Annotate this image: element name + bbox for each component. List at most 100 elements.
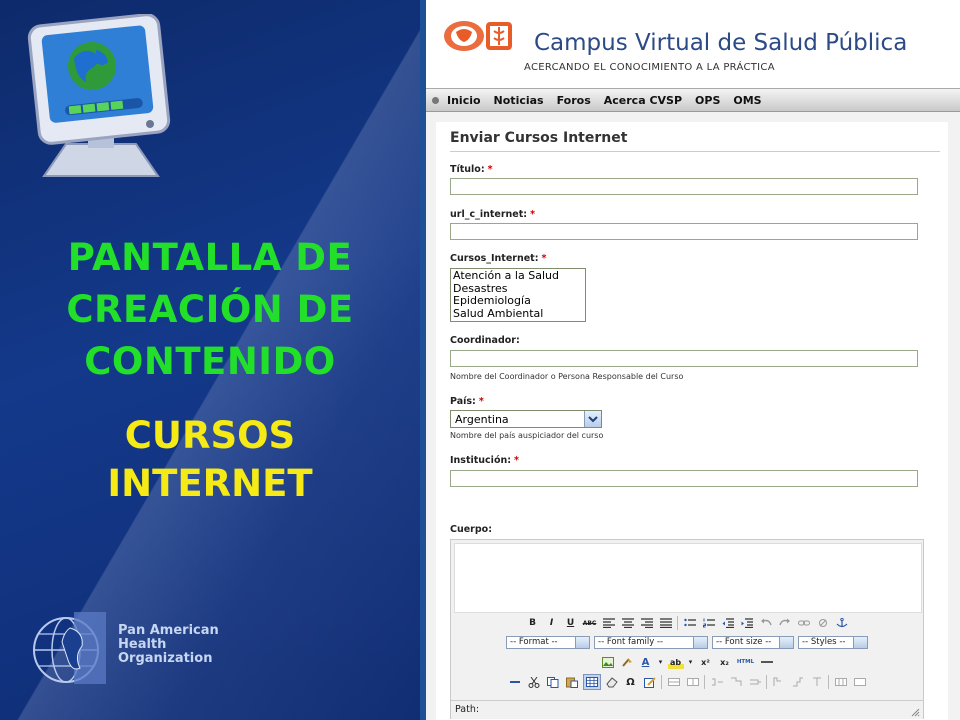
link-icon[interactable] [796, 616, 812, 630]
format-value: -- Format -- [510, 637, 558, 647]
styles-value: -- Styles -- [802, 637, 846, 647]
subscript-icon[interactable]: x₂ [717, 655, 733, 669]
nav-item-acerca-cvsp[interactable]: Acerca CVSP [604, 94, 682, 107]
font-color-icon[interactable]: A [638, 655, 654, 669]
nav-item-inicio[interactable]: Inicio [447, 94, 481, 107]
nav-item-noticias[interactable]: Noticias [494, 94, 544, 107]
table-cell-props-icon[interactable] [685, 675, 701, 689]
eraser-icon[interactable] [604, 675, 620, 689]
editor-text-area[interactable] [454, 543, 922, 613]
merge-cells-icon[interactable] [852, 675, 868, 689]
font-family-select[interactable]: -- Font family -- [594, 636, 708, 649]
editor-toolbar-row-2: -- Format -- -- Font family -- -- Font s… [451, 636, 923, 649]
slide-subtitle: CURSOS INTERNET [20, 412, 400, 508]
chevron-down-icon[interactable] [693, 637, 707, 648]
browser-screenshot: Campus Virtual de Salud Pública ACERCAND… [420, 0, 960, 720]
chevron-down-icon[interactable]: ▾ [657, 655, 665, 669]
label-text: Cursos_Internet: [450, 253, 539, 264]
required-mark: * [478, 396, 484, 407]
delete-row-icon[interactable] [747, 675, 763, 689]
list-option[interactable]: Salud Ambiental [453, 307, 583, 321]
list-option[interactable]: Atención a la Salud [453, 269, 583, 283]
content-area: Enviar Cursos Internet Título: * url_c_in… [426, 112, 960, 720]
align-justify-icon[interactable] [658, 616, 674, 630]
horizontal-rule-icon[interactable] [759, 655, 775, 669]
resize-handle-icon[interactable] [910, 707, 920, 717]
format-select[interactable]: -- Format -- [506, 636, 590, 649]
site-tagline: ACERCANDO EL CONOCIMIENTO A LA PRÁCTICA [524, 62, 775, 73]
pais-help: Nombre del país auspiciador del curso [450, 431, 604, 440]
remove-format-icon[interactable] [507, 675, 523, 689]
org-line: Organization [118, 651, 213, 666]
bold-button[interactable]: B [525, 616, 541, 630]
align-left-icon[interactable] [601, 616, 617, 630]
pais-select[interactable]: Argentina [450, 410, 602, 428]
align-center-icon[interactable] [620, 616, 636, 630]
toolbar-separator [828, 675, 829, 689]
pais-label: País: * [450, 396, 484, 407]
table-icon[interactable] [582, 674, 601, 690]
anchor-icon[interactable] [834, 616, 850, 630]
title-line: PANTALLA DE [67, 236, 353, 279]
toolbar-separator [704, 675, 705, 689]
pais-selected-value: Argentina [455, 413, 509, 426]
edit-icon[interactable] [642, 675, 658, 689]
cleanup-icon[interactable] [619, 655, 635, 669]
nav-item-oms[interactable]: OMS [733, 94, 761, 107]
styles-select[interactable]: -- Styles -- [798, 636, 868, 649]
numbered-list-icon[interactable] [701, 616, 717, 630]
label-text: Institución: [450, 455, 512, 466]
chevron-down-icon[interactable] [575, 637, 589, 648]
required-mark: * [541, 253, 547, 264]
nav-item-ops[interactable]: OPS [695, 94, 720, 107]
underline-button[interactable]: U [563, 616, 579, 630]
insert-row-before-icon[interactable] [709, 675, 725, 689]
required-mark: * [487, 164, 493, 175]
chevron-down-icon[interactable] [584, 411, 601, 427]
table-row-props-icon[interactable] [666, 675, 682, 689]
outdent-icon[interactable] [720, 616, 736, 630]
cursos-listbox[interactable]: Atención a la Salud Desastres Epidemiolo… [450, 268, 586, 322]
chevron-down-icon[interactable] [779, 637, 793, 648]
highlight-color-icon[interactable]: ab [667, 655, 684, 669]
label-text: url_c_internet: [450, 209, 528, 220]
main-navigation: Inicio Noticias Foros Acerca CVSP OPS OM… [426, 88, 960, 112]
unlink-icon[interactable] [815, 616, 831, 630]
bullet-icon [432, 96, 439, 104]
toolbar-separator [766, 675, 767, 689]
italic-button[interactable]: I [544, 616, 560, 630]
list-option[interactable]: Epidemiología [453, 294, 583, 308]
strikethrough-button[interactable]: ABC [582, 616, 598, 630]
special-character-icon[interactable]: Ω [623, 675, 639, 689]
indent-icon[interactable] [739, 616, 755, 630]
copy-icon[interactable] [545, 675, 561, 689]
url-input[interactable] [450, 223, 918, 240]
undo-icon[interactable] [758, 616, 774, 630]
chevron-down-icon[interactable] [853, 637, 867, 648]
delete-col-icon[interactable] [809, 675, 825, 689]
image-icon[interactable] [600, 655, 616, 669]
superscript-icon[interactable]: x² [698, 655, 714, 669]
nav-item-foros[interactable]: Foros [557, 94, 591, 107]
bullet-list-icon[interactable] [682, 616, 698, 630]
coordinador-input[interactable] [450, 350, 918, 367]
cvsp-logo[interactable] [442, 18, 524, 56]
titulo-input[interactable] [450, 178, 918, 195]
org-line: Health [118, 637, 167, 652]
insert-col-before-icon[interactable] [771, 675, 787, 689]
institucion-input[interactable] [450, 470, 918, 487]
align-right-icon[interactable] [639, 616, 655, 630]
chevron-down-icon[interactable]: ▾ [687, 655, 695, 669]
insert-row-after-icon[interactable] [728, 675, 744, 689]
redo-icon[interactable] [777, 616, 793, 630]
paste-icon[interactable] [564, 675, 580, 689]
split-cells-icon[interactable] [833, 675, 849, 689]
titulo-label: Título: * [450, 164, 493, 175]
cuerpo-label: Cuerpo: [450, 524, 492, 535]
insert-col-after-icon[interactable] [790, 675, 806, 689]
html-source-button[interactable]: HTML [736, 655, 756, 669]
form-heading: Enviar Cursos Internet [450, 130, 628, 146]
label-text: Cuerpo: [450, 524, 492, 535]
cut-icon[interactable] [526, 675, 542, 689]
font-size-select[interactable]: -- Font size -- [712, 636, 794, 649]
